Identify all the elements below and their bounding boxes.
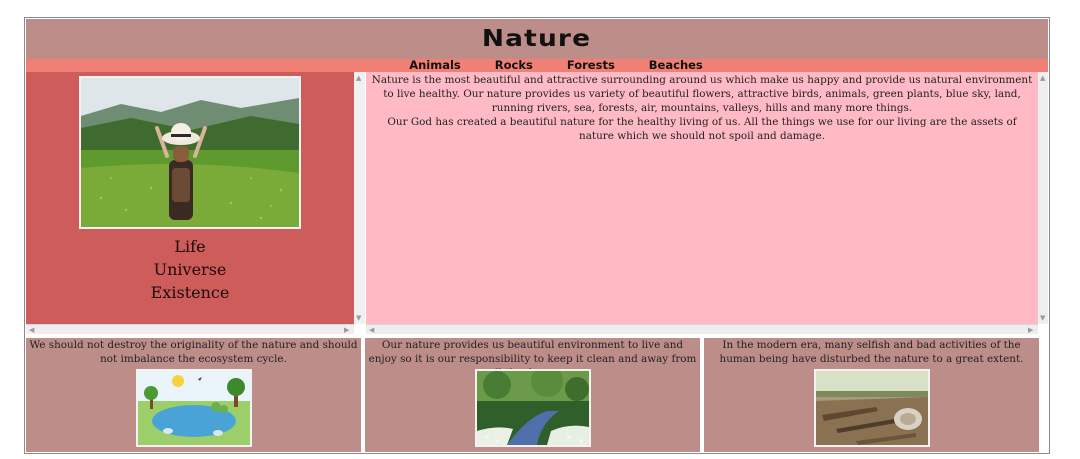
caption-line-existence: Existence (150, 283, 230, 302)
scroll-right-arrow-icon[interactable]: ▶ (1028, 326, 1033, 334)
cell-text: We should not destroy the originality of… (29, 339, 358, 365)
hero-image-svg (81, 78, 299, 227)
left-horizontal-scrollbar[interactable]: ◀ ▶ (26, 324, 354, 334)
woman-in-meadow-photo (79, 76, 301, 229)
nav-bar: Animals Rocks Forests Beaches (26, 59, 1048, 72)
content-vertical-scrollbar[interactable]: ▲ ▼ (1038, 72, 1048, 324)
page-title: Nature (482, 26, 592, 52)
deforestation-photo (813, 369, 930, 447)
left-frame: Life Universe Existence (26, 72, 354, 324)
ecosystem-illustration (135, 369, 252, 447)
nav-link-rocks[interactable]: Rocks (495, 59, 533, 72)
content-paragraph-1: Nature is the most beautiful and attract… (371, 74, 1033, 114)
title-frame: Nature (26, 19, 1048, 59)
ecosystem-svg (137, 371, 250, 445)
content-horizontal-scrollbar[interactable]: ◀ ▶ (366, 324, 1038, 334)
caption-line-life: Life (174, 237, 206, 256)
content-frame: Nature is the most beautiful and attract… (366, 72, 1038, 324)
frameset-window: Nature Animals Rocks Forests Beaches Lif… (24, 17, 1050, 454)
nav-link-animals[interactable]: Animals (409, 59, 461, 72)
scroll-right-arrow-icon[interactable]: ▶ (344, 326, 349, 334)
scroll-up-arrow-icon[interactable]: ▲ (356, 74, 361, 82)
bottom-cell-garden: Our nature provides us beautiful environ… (365, 338, 700, 452)
garden-svg (476, 371, 589, 445)
nav-link-forests[interactable]: Forests (567, 59, 615, 72)
cell-text: In the modern era, many selfish and bad … (719, 339, 1024, 365)
scroll-down-arrow-icon[interactable]: ▼ (356, 314, 361, 322)
left-vertical-scrollbar[interactable]: ▲ ▼ (354, 72, 365, 324)
scroll-down-arrow-icon[interactable]: ▼ (1040, 314, 1045, 322)
nav-list: Animals Rocks Forests Beaches (392, 59, 720, 72)
garden-stream-photo (474, 369, 591, 447)
bottom-cell-deforestation: In the modern era, many selfish and bad … (704, 338, 1039, 452)
scroll-left-arrow-icon[interactable]: ◀ (29, 326, 34, 334)
scroll-up-arrow-icon[interactable]: ▲ (1040, 74, 1045, 82)
nav-link-beaches[interactable]: Beaches (649, 59, 703, 72)
deforestation-svg (815, 371, 928, 445)
caption-line-universe: Universe (153, 260, 227, 279)
content-paragraph-2: Our God has created a beautiful nature f… (387, 116, 1017, 142)
scroll-left-arrow-icon[interactable]: ◀ (369, 326, 374, 334)
left-caption: Life Universe Existence (26, 235, 354, 304)
bottom-cell-ecosystem: We should not destroy the originality of… (26, 338, 361, 452)
